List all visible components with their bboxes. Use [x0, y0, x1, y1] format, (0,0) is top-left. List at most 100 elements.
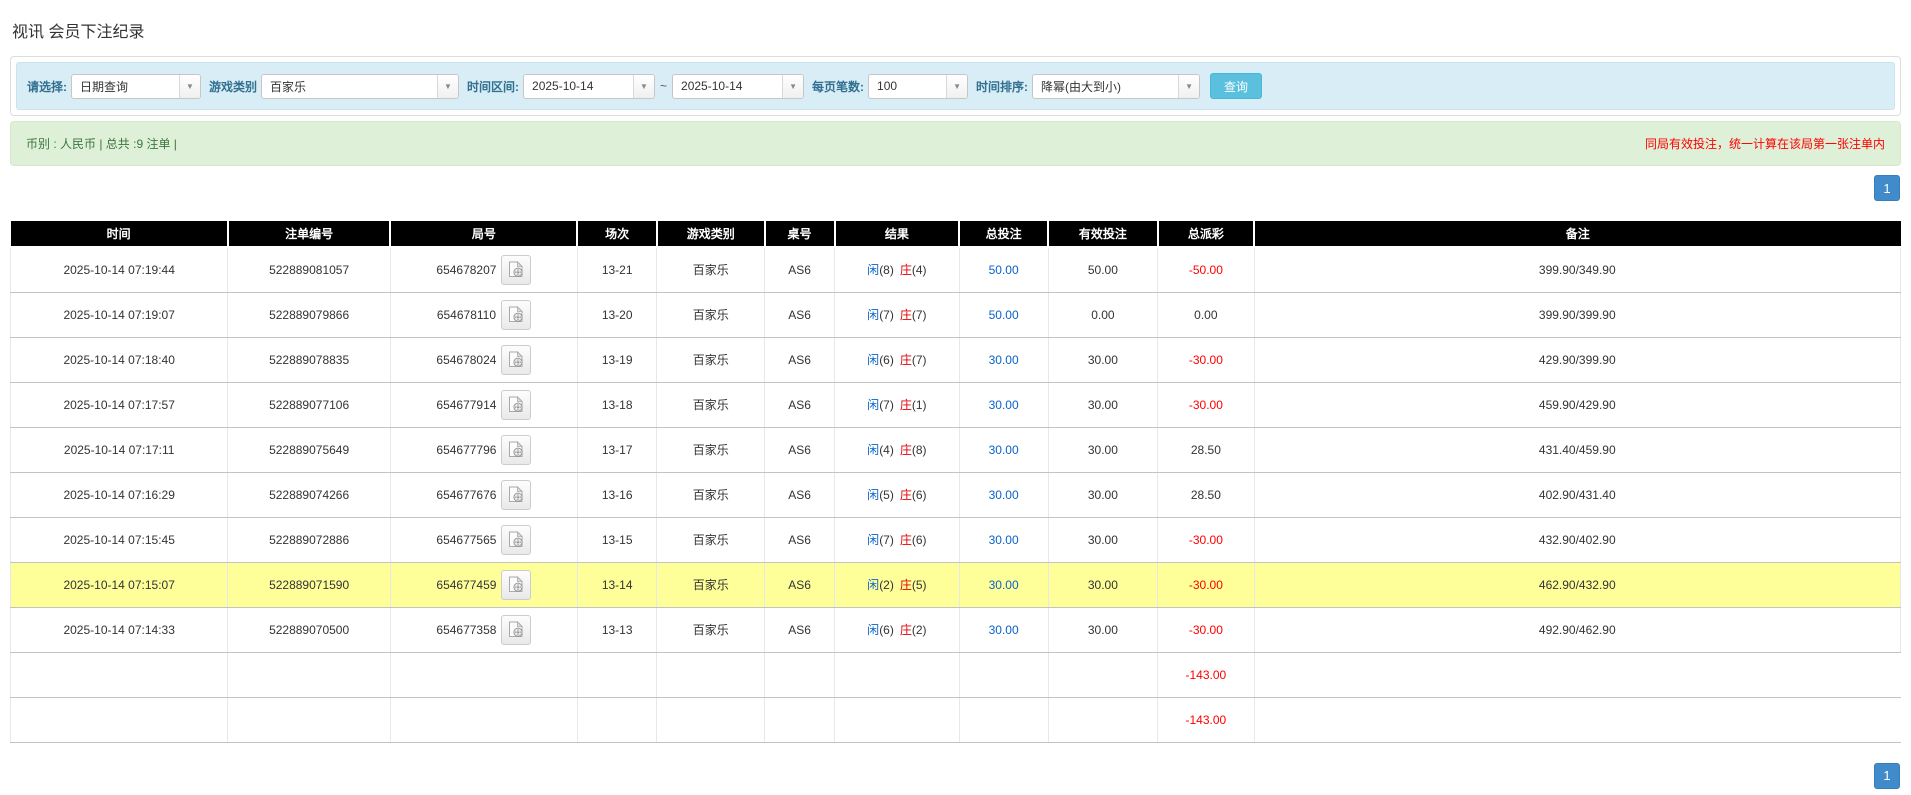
total-bet-cell: 30.00	[959, 382, 1048, 427]
table-no-cell: AS6	[765, 292, 835, 337]
game-type-label: 游戏类别	[209, 78, 257, 95]
chevron-down-icon[interactable]: ▼	[437, 75, 458, 98]
currency-summary-text: 币别 : 人民币 | 总共 :9 注单 |	[26, 135, 177, 152]
time-cell: 2025-10-14 07:15:07	[11, 562, 228, 607]
banker-result-score: (7)	[912, 308, 927, 322]
filter-panel: 请选择: 日期查询 ▼ 游戏类别 百家乐 ▼ 时间区间: 2025-10-14 …	[10, 56, 1901, 116]
video-replay-button[interactable]	[501, 345, 531, 375]
total-bet-link[interactable]: 30.00	[989, 488, 1019, 502]
chevron-down-icon[interactable]: ▼	[782, 75, 803, 98]
column-header: 局号	[390, 221, 577, 247]
time-sort-label: 时间排序:	[976, 78, 1028, 95]
round-cell: 654678024	[390, 337, 577, 382]
video-replay-button[interactable]	[501, 615, 531, 645]
total-bet-link[interactable]: 30.00	[989, 398, 1019, 412]
search-button[interactable]: 查询	[1210, 73, 1262, 99]
video-replay-button[interactable]	[501, 435, 531, 465]
total-bet-link[interactable]: 30.00	[989, 623, 1019, 637]
chevron-down-icon[interactable]: ▼	[1178, 75, 1199, 98]
player-result-label: 闲	[867, 578, 879, 592]
query-mode-select[interactable]: 日期查询 ▼	[71, 74, 201, 99]
date-from-input[interactable]: 2025-10-14 ▼	[523, 74, 655, 99]
game-type-cell: 百家乐	[657, 517, 765, 562]
banker-result-score: (5)	[912, 578, 927, 592]
date-to-input[interactable]: 2025-10-14 ▼	[672, 74, 804, 99]
banker-result-score: (1)	[912, 398, 927, 412]
video-replay-button[interactable]	[501, 390, 531, 420]
round-id: 654677459	[436, 578, 496, 592]
table-no-cell: AS6	[765, 517, 835, 562]
round-cell: 654677358	[390, 607, 577, 652]
table-row: 2025-10-14 07:17:57 522889077106 6546779…	[11, 382, 1901, 427]
page-1-button[interactable]: 1	[1874, 763, 1900, 789]
payout-cell: -30.00	[1158, 382, 1254, 427]
valid-bet-cell: 30.00	[1048, 562, 1158, 607]
remark-cell: 402.90/431.40	[1254, 472, 1900, 517]
game-type-cell: 百家乐	[657, 337, 765, 382]
bet-id-cell: 522889079866	[228, 292, 391, 337]
video-replay-button[interactable]	[501, 570, 531, 600]
total-bet-link[interactable]: 30.00	[989, 578, 1019, 592]
total-bet-link[interactable]: 50.00	[989, 308, 1019, 322]
session-cell: 13-16	[577, 472, 656, 517]
column-header: 总投注	[959, 221, 1048, 247]
session-cell: 13-19	[577, 337, 656, 382]
session-cell: 13-17	[577, 427, 656, 472]
remark-cell: 459.90/429.90	[1254, 382, 1900, 427]
result-cell: 闲(8)庄(4)	[835, 247, 960, 292]
video-replay-button[interactable]	[501, 525, 531, 555]
time-cell: 2025-10-14 07:15:45	[11, 517, 228, 562]
result-cell: 闲(4)庄(8)	[835, 427, 960, 472]
summary-total-bet-cell: 310.00	[959, 652, 1048, 697]
total-bet-link[interactable]: 30.00	[989, 443, 1019, 457]
video-record-icon	[508, 396, 524, 413]
page-title: 视讯 会员下注纪录	[12, 18, 1901, 42]
payout-cell: -30.00	[1158, 337, 1254, 382]
page-size-select[interactable]: 100 ▼	[868, 74, 968, 99]
player-result-score: (2)	[879, 578, 894, 592]
bet-id-cell: 522889078835	[228, 337, 391, 382]
total-bet-link[interactable]: 30.00	[989, 533, 1019, 547]
chevron-down-icon[interactable]: ▼	[946, 75, 967, 98]
summary-table-row: 小计 9 310.00 260.00 -143.00	[11, 652, 1901, 697]
page-size-label: 每页笔数:	[812, 78, 864, 95]
time-cell: 2025-10-14 07:14:33	[11, 607, 228, 652]
total-bet-link[interactable]: 30.00	[989, 353, 1019, 367]
bet-id-cell: 522889070500	[228, 607, 391, 652]
video-replay-button[interactable]	[501, 300, 531, 330]
time-sort-select[interactable]: 降幂(由大到小) ▼	[1032, 74, 1200, 99]
page-1-button[interactable]: 1	[1874, 175, 1900, 201]
table-row: 2025-10-14 07:17:11 522889075649 6546777…	[11, 427, 1901, 472]
payout-cell: 28.50	[1158, 472, 1254, 517]
game-type-select[interactable]: 百家乐 ▼	[261, 74, 459, 99]
summary-label-cell: 总计	[11, 697, 228, 742]
column-header: 桌号	[765, 221, 835, 247]
table-header-row: 时间注单编号局号场次游戏类别桌号结果总投注有效投注总派彩备注	[11, 221, 1901, 247]
table-no-cell: AS6	[765, 382, 835, 427]
remark-cell: 429.90/399.90	[1254, 337, 1900, 382]
total-bet-cell: 50.00	[959, 292, 1048, 337]
video-replay-button[interactable]	[501, 480, 531, 510]
banker-result-label: 庄	[900, 443, 912, 457]
result-cell: 闲(7)庄(7)	[835, 292, 960, 337]
time-sort-value: 降幂(由大到小)	[1033, 75, 1178, 98]
result-cell: 闲(5)庄(6)	[835, 472, 960, 517]
session-cell: 13-20	[577, 292, 656, 337]
video-replay-button[interactable]	[501, 255, 531, 285]
payout-cell: 28.50	[1158, 427, 1254, 472]
video-record-icon	[508, 306, 524, 323]
player-result-label: 闲	[867, 263, 879, 277]
player-result-score: (7)	[879, 398, 894, 412]
summary-table-row: 总计 9 310.00 260.00 -143.00	[11, 697, 1901, 742]
bet-id-cell: 522889074266	[228, 472, 391, 517]
payout-cell: -30.00	[1158, 562, 1254, 607]
banker-result-score: (4)	[912, 263, 927, 277]
chevron-down-icon[interactable]: ▼	[179, 75, 200, 98]
round-id: 654678024	[436, 353, 496, 367]
date-range-label: 时间区间:	[467, 78, 519, 95]
result-cell: 闲(7)庄(1)	[835, 382, 960, 427]
chevron-down-icon[interactable]: ▼	[633, 75, 654, 98]
summary-count-cell: 9	[228, 652, 391, 697]
total-bet-link[interactable]: 50.00	[989, 263, 1019, 277]
player-result-score: (7)	[879, 533, 894, 547]
